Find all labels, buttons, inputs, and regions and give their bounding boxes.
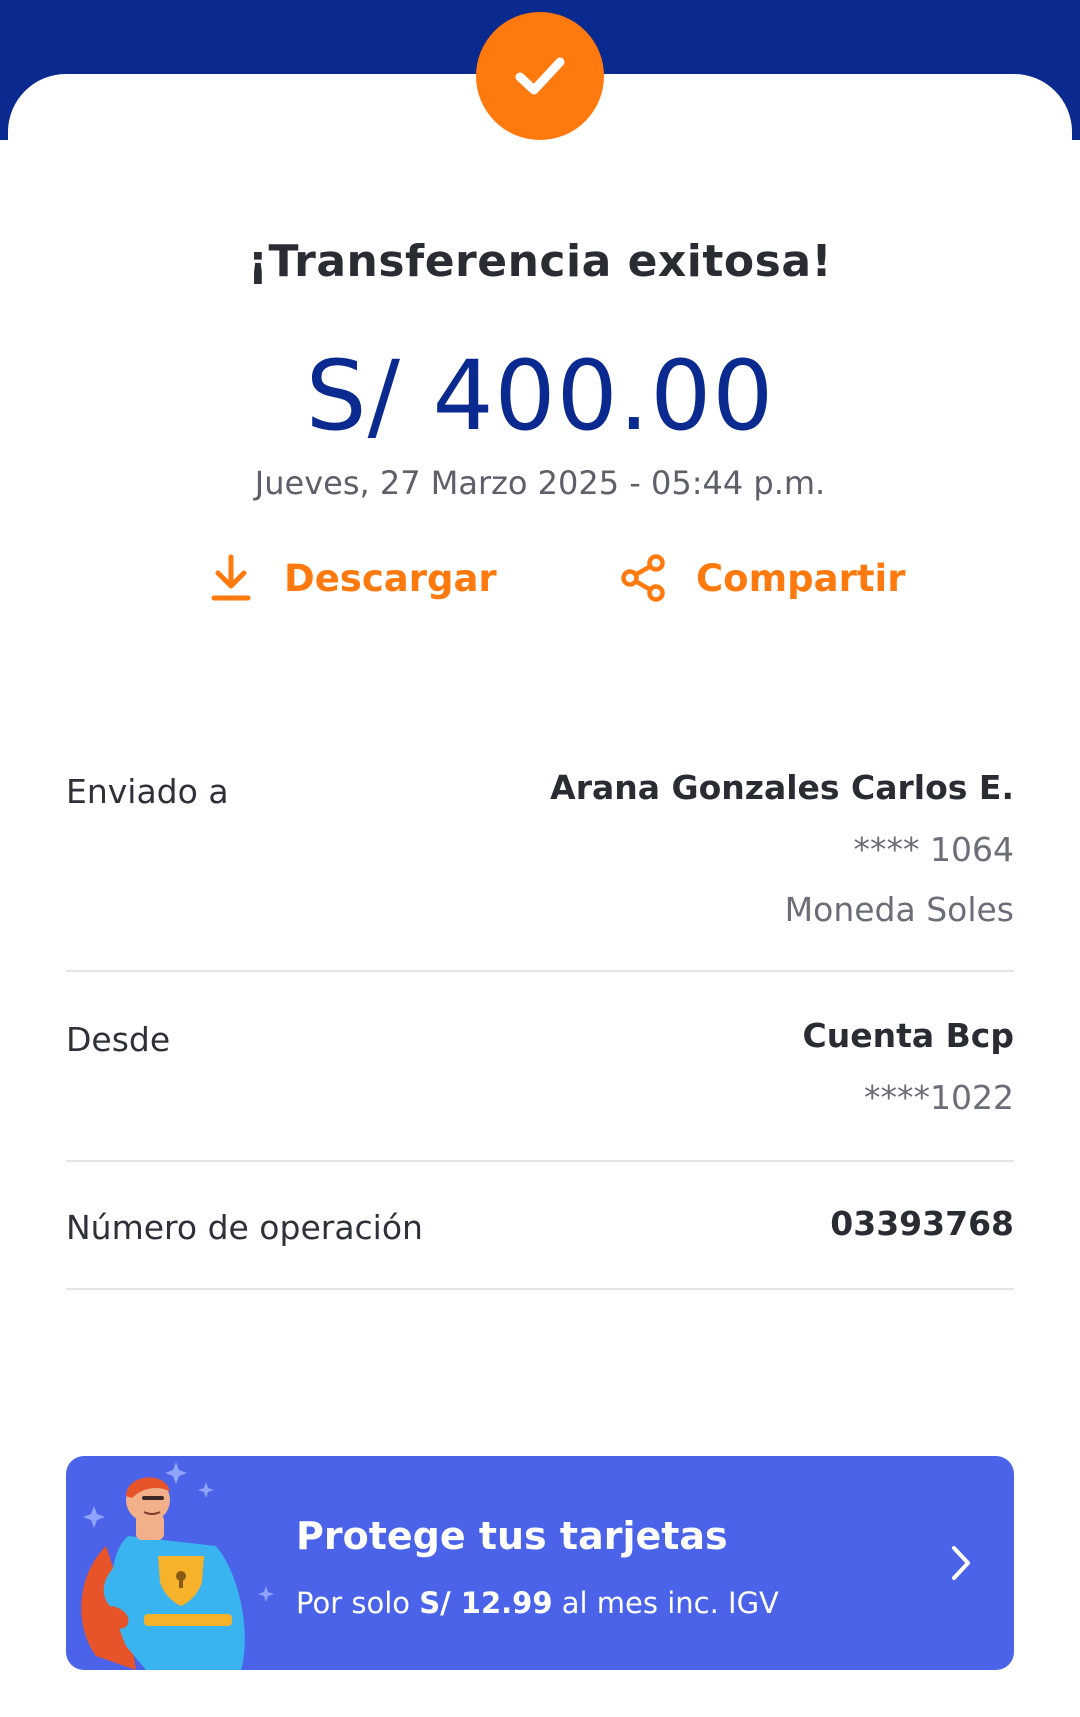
operation-number-label: Número de operación: [66, 1208, 423, 1247]
chevron-right-icon: [952, 1546, 970, 1580]
transfer-amount: S/ 400.00: [305, 340, 775, 452]
from-account-number: ****1022: [864, 1078, 1014, 1117]
promo-price: S/ 12.99: [419, 1586, 553, 1620]
share-label: Compartir: [696, 556, 906, 600]
download-label: Descargar: [284, 556, 497, 600]
transfer-receipt-screen: ¡Transferencia exitosa! S/ 400.00 Jueves…: [0, 0, 1080, 1717]
promo-title: Protege tus tarjetas: [296, 1514, 728, 1558]
share-icon: [616, 551, 670, 605]
from-account-name: Cuenta Bcp: [802, 1016, 1014, 1055]
promo-sub-prefix: Por solo: [296, 1586, 420, 1620]
divider: [66, 1160, 1014, 1162]
promo-subtitle: Por solo S/ 12.99 al mes inc. IGV: [296, 1586, 779, 1620]
from-label: Desde: [66, 1020, 171, 1059]
recipient-account: **** 1064: [853, 830, 1014, 869]
recipient-name: Arana Gonzales Carlos E.: [550, 768, 1014, 807]
operation-number: 03393768: [830, 1204, 1014, 1243]
download-button[interactable]: Descargar: [204, 548, 497, 608]
recipient-currency: Moneda Soles: [784, 890, 1014, 929]
success-check-icon: [476, 12, 604, 140]
protect-cards-promo-banner[interactable]: Protege tus tarjetas Por solo S/ 12.99 a…: [66, 1456, 1014, 1670]
promo-sub-suffix: al mes inc. IGV: [552, 1586, 779, 1620]
sent-to-label: Enviado a: [66, 772, 229, 811]
share-button[interactable]: Compartir: [616, 548, 905, 608]
page-title: ¡Transferencia exitosa!: [247, 236, 833, 287]
download-icon: [204, 551, 258, 605]
transfer-datetime: Jueves, 27 Marzo 2025 - 05:44 p.m.: [254, 464, 826, 502]
divider: [66, 970, 1014, 972]
superhero-illustration: [81, 1462, 274, 1670]
divider: [66, 1288, 1014, 1290]
